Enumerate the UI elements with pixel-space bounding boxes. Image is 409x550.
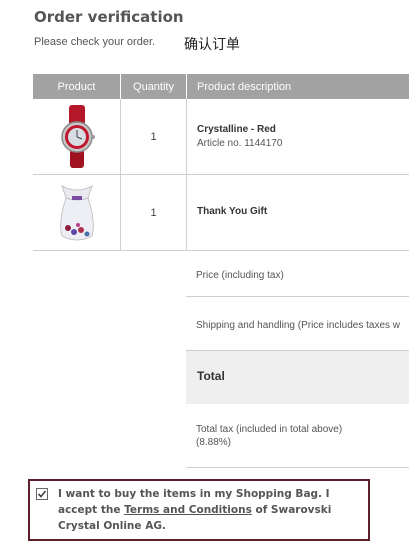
shipping-label: Shipping and handling (Price includes ta… [196,320,401,331]
product-description: Crystalline - Red Article no. 1144170 [187,99,409,174]
quantity-value: 1 [121,99,187,174]
total-label: Total [197,369,225,383]
terms-checkbox[interactable] [36,488,48,500]
column-header-description: Product description [197,80,292,93]
page-title: Order verification [34,8,184,26]
price-label: Price (including tax) [196,270,284,281]
product-image-cell [33,175,121,250]
article-number: Article no. 1144170 [197,138,283,149]
product-name[interactable]: Thank You Gift [197,206,267,217]
tax-label: Total tax (included in total above) [196,424,343,435]
column-header-product: Product [33,74,121,99]
product-description: Thank You Gift [187,175,409,250]
divider [186,296,409,297]
quantity-value: 1 [121,175,187,250]
table-row: 1 Crystalline - Red Article no. 1144170 [33,99,409,175]
red-watch-icon[interactable] [55,104,99,170]
product-name[interactable]: Crystalline - Red [197,124,276,135]
divider [186,467,409,468]
terms-statement: I want to buy the items in my Shopping B… [58,486,362,534]
gift-bag-icon[interactable] [54,182,100,244]
checkmark-icon [37,490,47,498]
product-image-cell [33,99,121,174]
table-row: 1 Thank You Gift [33,175,409,251]
tax-rate: (8.88%) [196,437,232,448]
page-subtitle: Please check your order. [34,36,156,48]
terms-and-conditions-link[interactable]: Terms and Conditions [124,504,252,516]
annotation-note: 确认订单 [184,37,240,53]
order-table-header: Product Quantity Product description [33,74,409,99]
column-header-quantity: Quantity [121,74,187,99]
